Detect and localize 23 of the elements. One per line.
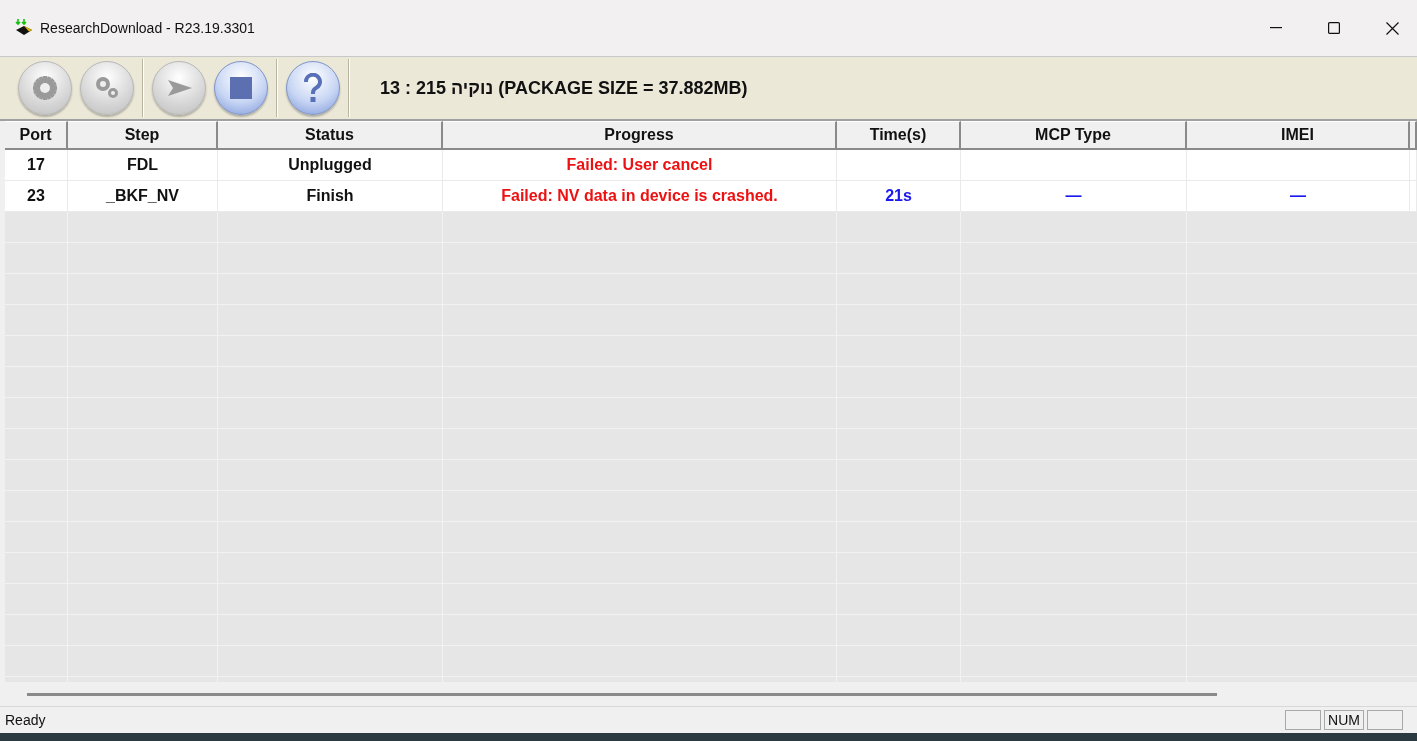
package-info: 13 : 215 נוקיה (PACKAGE SIZE = 37.882MB) [380,77,748,99]
stop-button[interactable] [214,61,268,115]
num-lock-indicator: NUM [1324,710,1364,730]
minimize-icon[interactable] [1270,27,1282,29]
column-header[interactable]: Time(s) [837,121,961,150]
column-header[interactable]: IMEI [1187,121,1410,150]
close-icon[interactable] [1386,21,1399,35]
chip-icon [14,18,34,38]
stop-icon [229,76,253,100]
window-title: ResearchDownload - R23.19.3301 [40,20,255,36]
maximize-icon[interactable] [1328,22,1340,34]
column-header[interactable]: Step [68,121,218,150]
status-pane [1285,710,1322,730]
status-pane [1367,710,1403,730]
status-text: Ready [4,712,46,728]
help-icon [303,73,323,103]
gear-icon [30,73,60,103]
column-header[interactable]: Status [218,121,443,150]
help-button[interactable] [286,61,340,115]
scrollbar-track[interactable] [5,682,1417,706]
column-header[interactable]: Progress [443,121,837,150]
column-header[interactable]: Port [5,121,68,150]
column-header[interactable]: MCP Type [961,121,1187,150]
